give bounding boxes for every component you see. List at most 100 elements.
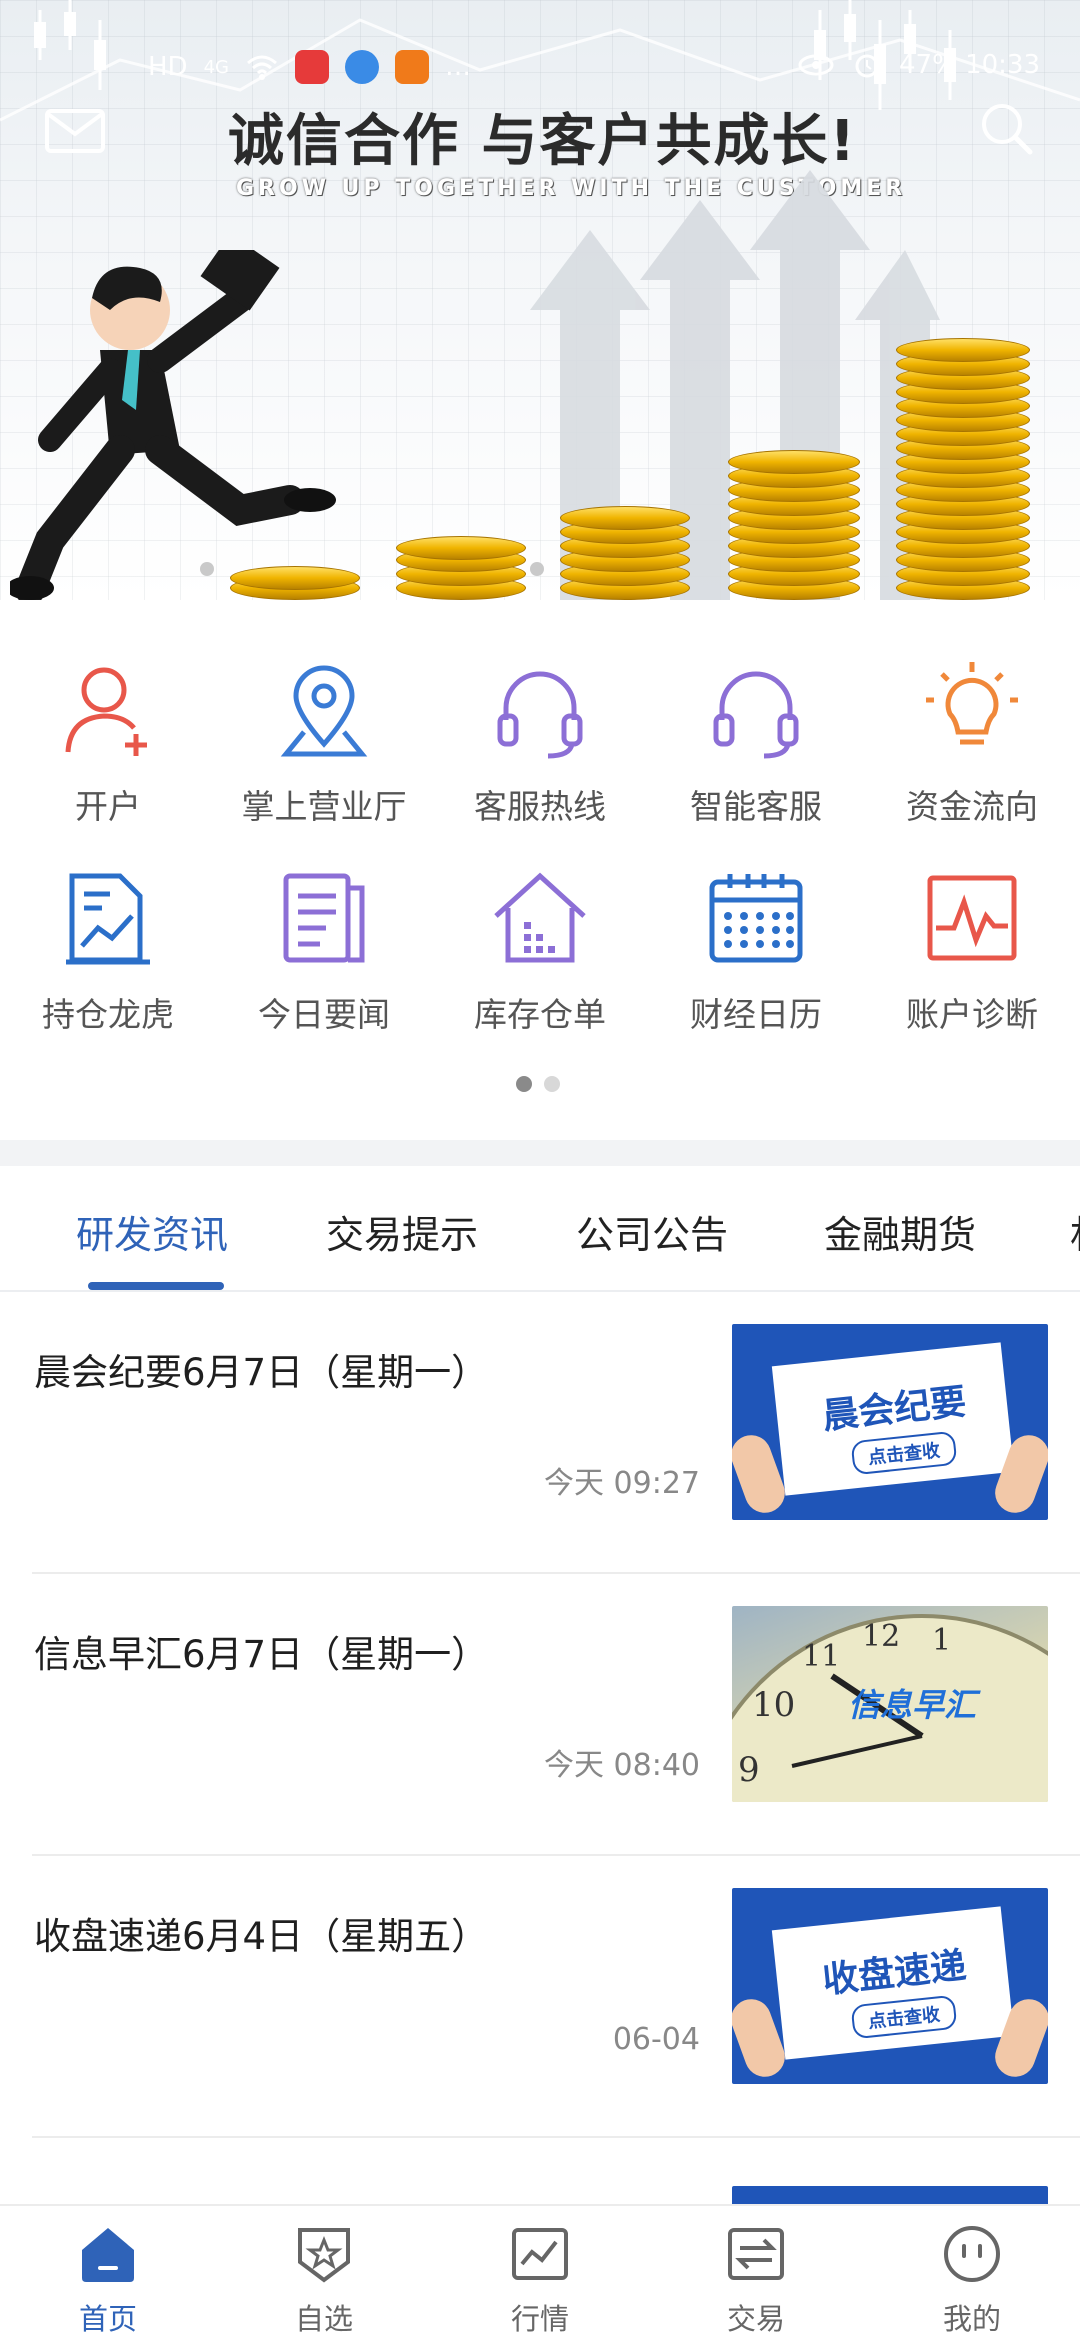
alarm-icon bbox=[855, 54, 879, 78]
quick-item-label: 账户诊断 bbox=[906, 995, 1038, 1034]
quick-item-fund-flow[interactable]: 资金流向 bbox=[864, 660, 1080, 850]
active-tab-indicator bbox=[88, 1282, 224, 1290]
warehouse-icon bbox=[494, 872, 586, 963]
promo-banner[interactable]: HD 4G … 47% 10:33 诚信合作 与客户共成长! GROW UP T… bbox=[0, 0, 1080, 600]
nav-market[interactable]: 行情 bbox=[432, 2206, 648, 2340]
battery-time-text: 47% 10:33 bbox=[899, 50, 1040, 80]
trade-arrows-icon bbox=[728, 2228, 784, 2280]
quick-item-smart-service[interactable]: 智能客服 bbox=[648, 660, 864, 850]
quick-menu-grid: 开户 掌上营业厅 客服热线 智能客服 资金流向 持仓龙虎 今日要闻 库存仓单 财… bbox=[0, 620, 1080, 1130]
news-title: 信息早汇6月7日（星期一） bbox=[34, 1633, 489, 1676]
pager-dot-active[interactable] bbox=[516, 1076, 532, 1092]
tab-company-notices[interactable]: 公司公告 bbox=[576, 1204, 728, 1259]
banner-dot[interactable] bbox=[530, 562, 544, 576]
pager-dot[interactable] bbox=[544, 1076, 560, 1092]
news-thumbnail: 收盘速递 点击查收 bbox=[732, 1888, 1048, 2084]
pulse-monitor-icon bbox=[927, 875, 1017, 961]
quick-item-mobile-hall[interactable]: 掌上营业厅 bbox=[216, 660, 432, 850]
nav-profile[interactable]: 我的 bbox=[864, 2206, 1080, 2340]
nav-label: 首页 bbox=[78, 2302, 137, 2336]
tab-financial-futures[interactable]: 金融期货 bbox=[824, 1204, 976, 1259]
quick-item-service-hotline[interactable]: 客服热线 bbox=[432, 660, 648, 850]
news-item[interactable]: 收盘速递6月4日（星期五） 06-04 收盘速递 点击查收 bbox=[0, 1856, 1080, 2138]
headset-icon bbox=[713, 671, 799, 759]
news-title: 晨会纪要6月7日（星期一） bbox=[34, 1351, 489, 1394]
app-root: HD 4G … 47% 10:33 诚信合作 与客户共成长! GROW UP T… bbox=[0, 0, 1080, 2340]
banner-title: 诚信合作 与客户共成长! bbox=[228, 109, 858, 174]
news-thumbnail: 10 11 12 1 9 信息早汇 bbox=[732, 1606, 1048, 1802]
hd-indicator: HD bbox=[148, 52, 188, 82]
news-thumbnail: 晨会纪要 点击查收 bbox=[732, 1324, 1048, 1520]
news-tab-bar: 研发资讯 交易提示 公司公告 金融期货 村 bbox=[0, 1166, 1080, 1292]
quick-item-label: 财经日历 bbox=[690, 995, 822, 1034]
banner-dot[interactable] bbox=[200, 562, 214, 576]
coin-stack-3 bbox=[560, 500, 690, 600]
news-item[interactable]: 晨会纪要6月7日（星期一） 今天 09:27 晨会纪要 点击查收 bbox=[0, 1292, 1080, 1574]
more-notifications-icon: … bbox=[444, 52, 471, 82]
news-document-icon bbox=[283, 873, 365, 963]
news-time: 06-04 bbox=[612, 2022, 700, 2057]
status-bar: HD 4G … 47% 10:33 bbox=[0, 44, 1080, 92]
quick-menu-pager[interactable] bbox=[516, 1076, 560, 1092]
tab-research-news[interactable]: 研发资讯 bbox=[76, 1204, 228, 1259]
quick-item-label: 客服热线 bbox=[474, 787, 606, 826]
coin-stack-4 bbox=[728, 440, 860, 600]
bottom-navigation: 首页 自选 行情 交易 我的 bbox=[0, 2204, 1080, 2340]
home-icon bbox=[82, 2228, 134, 2282]
nav-label: 我的 bbox=[942, 2302, 1001, 2336]
svg-text:11: 11 bbox=[802, 1639, 840, 1674]
svg-text:9: 9 bbox=[738, 1750, 760, 1790]
market-chart-icon bbox=[512, 2228, 568, 2280]
add-user-icon bbox=[65, 667, 147, 756]
calendar-icon bbox=[709, 874, 803, 963]
nav-label: 交易 bbox=[726, 2302, 785, 2336]
nav-watchlist[interactable]: 自选 bbox=[216, 2206, 432, 2340]
eye-icon bbox=[798, 54, 834, 76]
tab-trading-tips[interactable]: 交易提示 bbox=[326, 1204, 478, 1259]
quick-item-label: 持仓龙虎 bbox=[42, 995, 174, 1034]
quick-item-label: 库存仓单 bbox=[474, 995, 606, 1034]
banner-pager[interactable] bbox=[200, 562, 544, 576]
nav-trade[interactable]: 交易 bbox=[648, 2206, 864, 2340]
svg-text:1: 1 bbox=[932, 1623, 951, 1658]
quick-item-label: 智能客服 bbox=[690, 787, 822, 826]
status-right: 47% 10:33 bbox=[797, 50, 1040, 80]
svg-text:12: 12 bbox=[862, 1619, 900, 1654]
wifi-icon bbox=[247, 55, 277, 80]
lightbulb-icon bbox=[926, 662, 1018, 745]
quick-item-account-diagnosis[interactable]: 账户诊断 bbox=[864, 868, 1080, 1058]
news-title: 银日报6月4日（星期五） bbox=[34, 2194, 451, 2204]
nav-label: 行情 bbox=[510, 2302, 569, 2336]
search-icon[interactable] bbox=[976, 98, 1036, 158]
news-item-partial[interactable]: 银日报6月4日（星期五） bbox=[0, 2138, 1080, 2204]
thumbnail-caption: 信息早汇 bbox=[848, 1686, 977, 1724]
status-left: HD 4G … bbox=[148, 50, 471, 84]
coin-stack-5 bbox=[896, 330, 1030, 600]
tab-next-partial[interactable]: 村 bbox=[1070, 1204, 1080, 1259]
app-notification-icon bbox=[294, 50, 329, 84]
browser-notification-icon bbox=[344, 50, 379, 84]
svg-text:10: 10 bbox=[752, 1685, 795, 1725]
businessman-illustration bbox=[10, 250, 336, 600]
headset-icon bbox=[497, 671, 583, 759]
quick-item-position-ranking[interactable]: 持仓龙虎 bbox=[0, 868, 216, 1058]
quick-item-finance-calendar[interactable]: 财经日历 bbox=[648, 868, 864, 1058]
quick-item-label: 掌上营业厅 bbox=[241, 787, 407, 826]
shop-notification-icon bbox=[394, 50, 429, 84]
quick-item-label: 今日要闻 bbox=[258, 995, 390, 1034]
quick-item-label: 开户 bbox=[75, 787, 141, 826]
mail-icon[interactable] bbox=[44, 108, 106, 154]
profile-face-icon bbox=[944, 2226, 1000, 2282]
nav-home[interactable]: 首页 bbox=[0, 2206, 216, 2340]
quick-item-todays-news[interactable]: 今日要闻 bbox=[216, 868, 432, 1058]
network-indicator: 4G bbox=[203, 56, 229, 78]
location-pin-icon bbox=[280, 665, 368, 757]
news-thumbnail bbox=[732, 2186, 1048, 2204]
chart-document-icon bbox=[66, 873, 150, 965]
quick-item-label: 资金流向 bbox=[906, 787, 1038, 826]
section-divider bbox=[0, 1140, 1080, 1166]
news-item[interactable]: 信息早汇6月7日（星期一） 今天 08:40 10 11 12 1 9 信息早汇 bbox=[0, 1574, 1080, 1856]
star-shield-icon bbox=[298, 2228, 350, 2283]
quick-item-open-account[interactable]: 开户 bbox=[0, 660, 216, 850]
quick-item-warehouse-receipts[interactable]: 库存仓单 bbox=[432, 868, 648, 1058]
